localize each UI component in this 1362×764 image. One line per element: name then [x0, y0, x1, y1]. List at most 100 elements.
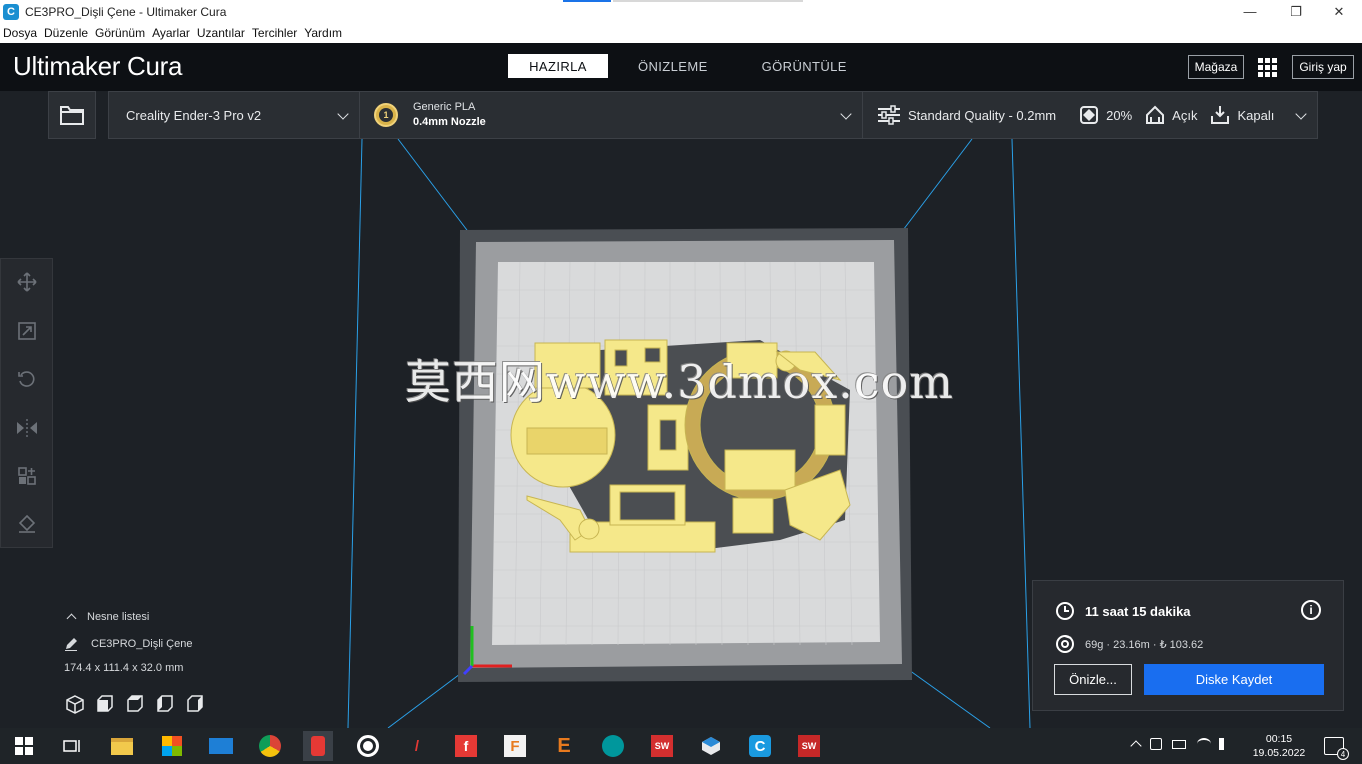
arduino-icon[interactable]	[598, 731, 628, 761]
adhesion-value: Kapalı	[1237, 107, 1275, 123]
store-icon[interactable]	[157, 731, 187, 761]
login-button[interactable]: Giriş yap	[1292, 55, 1354, 79]
menu-bar: Dosya Düzenle Görünüm Ayarlar Uzantılar …	[0, 23, 1362, 43]
volume-edge-tl	[397, 138, 477, 243]
printer-selector[interactable]: Creality Ender-3 Pro v2	[108, 91, 360, 139]
stage-tabs: HAZIRLA ÖNIZLEME GÖRÜNTÜLE	[508, 54, 871, 78]
save-to-disk-button[interactable]: Diske Kaydet	[1144, 664, 1324, 695]
scale-tool-icon[interactable]	[14, 318, 40, 344]
tool-panel	[0, 258, 53, 548]
preview-button[interactable]: Önizle...	[1054, 664, 1132, 695]
camera-view-buttons	[64, 693, 214, 715]
object-list-label: Nesne listesi	[87, 611, 150, 623]
model-clip	[526, 427, 608, 455]
window-title: CE3PRO_Dişli Çene - Ultimaker Cura	[25, 4, 227, 19]
mirror-tool-icon[interactable]	[14, 415, 40, 441]
menu-dosya[interactable]: Dosya	[3, 26, 37, 40]
tab-monitor[interactable]: GÖRÜNTÜLE	[738, 54, 871, 78]
clock-date: 19.05.2022	[1252, 747, 1306, 759]
right-view-icon[interactable]	[184, 693, 206, 715]
print-time: 11 saat 15 dakika	[1055, 601, 1191, 621]
object-list-toggle[interactable]: Nesne listesi	[64, 611, 192, 624]
model-ring-tab-bottom	[732, 497, 774, 534]
menu-gorunum[interactable]: Görünüm	[95, 26, 145, 40]
mail-icon[interactable]	[206, 731, 236, 761]
support-icon	[1146, 105, 1165, 124]
top-view-icon[interactable]	[124, 693, 146, 715]
cube-app-icon[interactable]	[696, 731, 726, 761]
open-file-button[interactable]	[48, 91, 96, 139]
cura-taskbar-icon[interactable]: C	[745, 731, 775, 761]
webcam-icon[interactable]	[1150, 738, 1162, 750]
chevron-down-icon	[1295, 108, 1307, 120]
fusion-icon[interactable]: f	[451, 731, 481, 761]
support-value: Açık	[1172, 107, 1198, 123]
task-view-icon[interactable]	[57, 731, 87, 761]
clock-icon	[1056, 602, 1074, 620]
menu-uzantilar[interactable]: Uzantılar	[197, 26, 245, 40]
watermark-text: 莫西网www.3dmox.com	[405, 355, 954, 409]
app-e-orange-icon[interactable]: E	[549, 731, 579, 761]
model-ring-tab-right	[814, 404, 846, 456]
menu-ayarlar[interactable]: Ayarlar	[152, 26, 190, 40]
tab-prepare[interactable]: HAZIRLA	[508, 54, 608, 78]
whatsapp-icon[interactable]	[353, 731, 383, 761]
window-title-bar: C CE3PRO_Dişli Çene - Ultimaker Cura — ❐…	[0, 0, 1362, 23]
solidworks-icon[interactable]: SW	[647, 731, 677, 761]
chevron-up-icon	[66, 613, 77, 624]
print-settings-selector[interactable]: Standard Quality - 0.2mm 20% Açık Kapalı	[862, 91, 1318, 139]
rotate-tool-icon[interactable]	[14, 366, 40, 392]
app-f-orange-icon[interactable]: F	[500, 731, 530, 761]
per-model-settings-icon[interactable]	[14, 463, 40, 489]
apps-grid-icon[interactable]	[1258, 58, 1277, 77]
solidworks-b-icon[interactable]: SW	[794, 731, 824, 761]
ultimaker-cura-logo: Ultimaker Cura	[13, 51, 182, 82]
logo-light: Cura	[120, 51, 183, 81]
infill-setting: 20%	[1079, 105, 1132, 125]
file-explorer-icon[interactable]	[107, 731, 137, 761]
menu-duzenle[interactable]: Düzenle	[44, 26, 88, 40]
object-item[interactable]: CE3PRO_Dişli Çene	[64, 637, 192, 651]
chrome-icon[interactable]	[255, 731, 285, 761]
flash-app-icon[interactable]: /	[402, 731, 432, 761]
object-list: Nesne listesi CE3PRO_Dişli Çene 174.4 x …	[64, 611, 192, 674]
extruder-number: 1	[379, 108, 393, 122]
battery-icon[interactable]	[1172, 739, 1186, 749]
minimize-button[interactable]: —	[1227, 0, 1273, 23]
tab-preview[interactable]: ÖNIZLEME	[614, 54, 732, 78]
taskbar-clock[interactable]: 00:15 19.05.2022	[1250, 732, 1308, 760]
3d-view-icon[interactable]	[64, 693, 86, 715]
print-material-usage: 69g · 23.16m · ₺ 103.62	[1055, 634, 1203, 654]
marketplace-button[interactable]: Mağaza	[1188, 55, 1244, 79]
restore-button[interactable]: ❐	[1273, 0, 1319, 23]
quality-profile: Standard Quality - 0.2mm	[908, 107, 1057, 123]
wifi-icon[interactable]	[1197, 738, 1211, 750]
move-tool-icon[interactable]	[14, 269, 40, 295]
pencil-icon	[65, 638, 77, 651]
windows-start-icon[interactable]	[9, 731, 39, 761]
printer-name: Creality Ender-3 Pro v2	[126, 107, 262, 123]
title-bar-divider	[613, 0, 803, 2]
volume-edge-br	[901, 664, 991, 728]
material-selector[interactable]: 1 Generic PLA 0.4mm Nozzle	[359, 91, 863, 139]
clock-time: 00:15	[1265, 733, 1293, 745]
title-bar-accent	[563, 0, 611, 2]
infill-icon	[1080, 106, 1099, 124]
left-view-icon[interactable]	[154, 693, 176, 715]
info-icon[interactable]: i	[1301, 600, 1321, 620]
volume-icon[interactable]	[1219, 738, 1231, 750]
notifications-icon[interactable]: 4	[1324, 737, 1349, 760]
close-button[interactable]: ✕	[1316, 0, 1362, 23]
menu-tercihler[interactable]: Tercihler	[252, 26, 297, 40]
front-view-icon[interactable]	[94, 693, 116, 715]
volume-edge-bl	[387, 667, 469, 728]
support-blocker-icon[interactable]	[14, 511, 40, 537]
app-red-icon[interactable]	[303, 731, 333, 761]
support-setting: Açık	[1145, 105, 1197, 125]
object-name: CE3PRO_Dişli Çene	[91, 638, 193, 650]
tray-chevron-icon[interactable]	[1130, 740, 1142, 752]
model-gear-small	[578, 518, 600, 540]
notification-count: 4	[1337, 748, 1349, 760]
logo-bold: Ultimaker	[13, 51, 121, 81]
menu-yardim[interactable]: Yardım	[304, 26, 342, 40]
